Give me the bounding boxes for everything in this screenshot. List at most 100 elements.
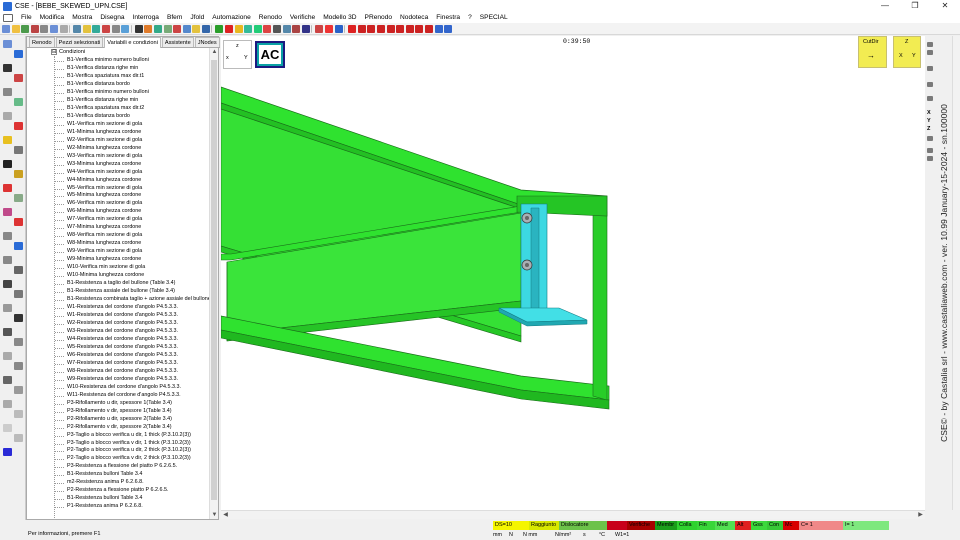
tab-pezzi-selezionati[interactable]: Pezzi selezionati xyxy=(55,37,104,47)
condition-item[interactable]: W1-Resistenza del cordone d'angolo P4.5.… xyxy=(55,312,210,320)
condition-item[interactable]: P3-Rifollamento u dir, spessore 1(Table … xyxy=(55,400,210,408)
scroll-right-icon[interactable]: ▶ xyxy=(916,511,925,520)
condition-item[interactable]: W4-Verifica min sezione di gola xyxy=(55,169,210,177)
tool-icon[interactable] xyxy=(3,352,12,360)
condition-item[interactable]: P3-Rifollamento v dir, spessore 1(Table … xyxy=(55,408,210,416)
plus-icon[interactable] xyxy=(357,24,366,33)
tool-icon[interactable] xyxy=(14,74,23,82)
check-icon[interactable] xyxy=(215,24,224,33)
tab-variabili-e-condizioni[interactable]: Variabili e condizioni xyxy=(104,37,161,48)
condition-item[interactable]: B1-Verifica distanza righe min xyxy=(55,65,210,73)
node-icon[interactable] xyxy=(153,24,162,33)
condition-item[interactable]: W10-Minima lunghezza cordone xyxy=(55,272,210,280)
rotate-icon[interactable] xyxy=(121,24,130,33)
tool-icon[interactable] xyxy=(14,386,23,394)
tool-icon[interactable] xyxy=(14,218,23,226)
beam-end-web[interactable] xyxy=(592,211,608,401)
tab-assistente[interactable]: Assistente xyxy=(161,37,194,47)
condition-item[interactable]: P1-Resistenza anima P 6.2.6.8. xyxy=(55,503,210,511)
tool-icon[interactable] xyxy=(14,434,23,442)
condition-item[interactable]: P2-Resistenza a flessione piatto P 6.2.6… xyxy=(55,487,210,495)
view-tool-icon[interactable] xyxy=(927,96,933,101)
open-folder-icon[interactable] xyxy=(11,24,20,33)
model-3d-drawing[interactable] xyxy=(221,36,925,510)
plus-icon[interactable] xyxy=(367,24,376,33)
undo-icon[interactable] xyxy=(73,24,82,33)
condition-item[interactable]: B1-Resistenza assiale del bullone (Table… xyxy=(55,288,210,296)
zoom-icon[interactable] xyxy=(92,24,101,33)
condition-item[interactable]: W7-Verifica min sezione di gola xyxy=(55,216,210,224)
settings-icon[interactable] xyxy=(273,24,282,33)
menu-disegna[interactable]: Disegna xyxy=(96,12,128,23)
menu-automazione[interactable]: Automazione xyxy=(208,12,255,23)
pointer-icon[interactable] xyxy=(444,24,453,33)
view-icon[interactable] xyxy=(334,24,343,33)
tool-icon[interactable] xyxy=(14,50,23,58)
maximize-button[interactable]: ❐ xyxy=(900,0,930,12)
tool-icon[interactable] xyxy=(14,314,23,322)
condition-item[interactable]: B1-Verifica spaziatura max dir.t1 xyxy=(55,73,210,81)
plus-icon[interactable] xyxy=(376,24,385,33)
layer-icon[interactable] xyxy=(282,24,291,33)
condition-item[interactable]: W1-Verifica min sezione di gola xyxy=(55,121,210,129)
plus-icon[interactable] xyxy=(424,24,433,33)
scroll-left-icon[interactable]: ◀ xyxy=(221,511,230,520)
tool-icon[interactable] xyxy=(3,40,12,48)
view-tool-icon[interactable] xyxy=(927,148,933,153)
condition-item[interactable]: W5-Resistenza del cordone d'angolo P4.5.… xyxy=(55,344,210,352)
menu-interroga[interactable]: Interroga xyxy=(129,12,163,23)
tool-icon[interactable] xyxy=(3,424,12,432)
condition-item[interactable]: W9-Verifica min sezione di gola xyxy=(55,248,210,256)
condition-item[interactable]: W1-Resistenza del cordone d'angolo P4.5.… xyxy=(55,304,210,312)
tool-icon[interactable] xyxy=(3,400,12,408)
scroll-up-icon[interactable]: ▲ xyxy=(210,48,219,56)
tool-icon[interactable] xyxy=(14,146,23,154)
scroll-down-icon[interactable]: ▼ xyxy=(210,511,219,519)
tool-icon[interactable] xyxy=(14,362,23,370)
menu-modifica[interactable]: Modifica xyxy=(36,12,69,23)
condition-item[interactable]: W9-Resistenza del cordone d'angolo P4.5.… xyxy=(55,376,210,384)
plate-icon[interactable] xyxy=(182,24,191,33)
condition-item[interactable]: W11-Resistenza del cordone d'angolo P4.5… xyxy=(55,392,210,400)
condition-item[interactable]: W9-Minima lunghezza cordone xyxy=(55,256,210,264)
plus-icon[interactable] xyxy=(348,24,357,33)
condition-item[interactable]: W2-Minima lunghezza cordone xyxy=(55,145,210,153)
redo-icon[interactable] xyxy=(82,24,91,33)
menu-bfem[interactable]: Bfem xyxy=(163,12,186,23)
view-tool-icon[interactable] xyxy=(927,82,933,87)
condition-item[interactable]: W1-Minima lunghezza cordone xyxy=(55,129,210,137)
tool-icon[interactable] xyxy=(3,88,12,96)
right-label-z[interactable]: Z xyxy=(927,126,930,132)
tool-icon[interactable] xyxy=(3,232,12,240)
menu-finestra[interactable]: Finestra xyxy=(432,12,464,23)
tool-icon[interactable] xyxy=(3,448,12,456)
menu-special[interactable]: SPECIAL xyxy=(476,12,512,23)
condition-item[interactable]: B1-Resistenza a taglio del bullone (Tabl… xyxy=(55,280,210,288)
select-icon[interactable] xyxy=(134,24,143,33)
right-label-x[interactable]: X xyxy=(927,110,931,116)
condition-item[interactable]: W8-Resistenza del cordone d'angolo P4.5.… xyxy=(55,368,210,376)
condition-item[interactable]: B1-Verifica distanza bordo xyxy=(55,113,210,121)
tool-icon[interactable] xyxy=(3,112,12,120)
condition-item[interactable]: W5-Verifica min sezione di gola xyxy=(55,185,210,193)
condition-item[interactable]: P3-Taglio a blocco verifica v dir, 1 thi… xyxy=(55,440,210,448)
view-tool-icon[interactable] xyxy=(927,42,933,47)
tool-icon[interactable] xyxy=(3,376,12,384)
panel-scrollbar[interactable]: ▲ ▼ xyxy=(209,48,218,519)
tool-icon[interactable] xyxy=(14,194,23,202)
model-viewport[interactable]: z x Y AC 0:39:50 CutDir → Z X Y xyxy=(221,36,925,510)
document-icon[interactable] xyxy=(2,13,14,22)
menu-file[interactable]: File xyxy=(17,12,36,23)
menu-renodo[interactable]: Renodo xyxy=(255,12,286,23)
condition-item[interactable]: W6-Verifica min sezione di gola xyxy=(55,200,210,208)
save-icon[interactable] xyxy=(21,24,30,33)
condition-item[interactable]: B1-Resistenza bulloni Table 3.4 xyxy=(55,471,210,479)
condition-item[interactable]: W10-Resistenza del cordone d'angolo P4.5… xyxy=(55,384,210,392)
condition-item[interactable]: W7-Minima lunghezza cordone xyxy=(55,224,210,232)
condition-item[interactable]: W4-Resistenza del cordone d'angolo P4.5.… xyxy=(55,336,210,344)
tool-icon[interactable] xyxy=(14,170,23,178)
condition-item[interactable]: W6-Resistenza del cordone d'angolo P4.5.… xyxy=(55,352,210,360)
condition-item[interactable]: B1-Verifica distanza righe min xyxy=(55,97,210,105)
run-icon[interactable] xyxy=(244,24,253,33)
color-icon[interactable] xyxy=(325,24,333,33)
